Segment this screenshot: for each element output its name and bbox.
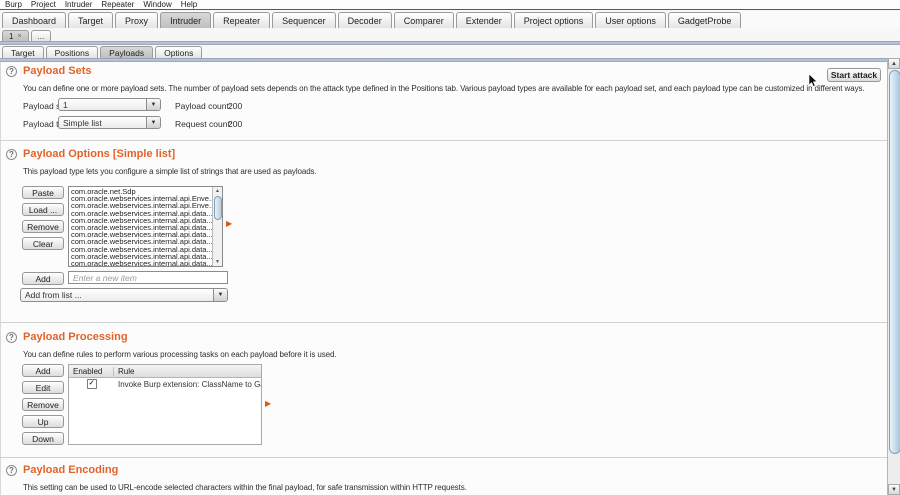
payload-sets-description: You can define one or more payload sets.… bbox=[23, 84, 865, 93]
column-enabled: Enabled bbox=[69, 367, 114, 376]
help-icon[interactable]: ? bbox=[6, 66, 17, 77]
menu-project[interactable]: Project bbox=[31, 0, 56, 9]
processing-rules-table[interactable]: Enabled Rule ✓ Invoke Burp extension: Cl… bbox=[68, 364, 262, 445]
tab-gadgetprobe[interactable]: GadgetProbe bbox=[668, 12, 742, 28]
add-from-list-select[interactable]: Add from list ... ▼ bbox=[20, 288, 228, 302]
chevron-down-icon[interactable]: ▼ bbox=[146, 117, 160, 128]
payload-encoding-title: Payload Encoding bbox=[23, 464, 118, 476]
rule-text: Invoke Burp extension: ClassName to Gadg… bbox=[114, 380, 261, 389]
tab-dashboard[interactable]: Dashboard bbox=[2, 12, 66, 28]
payload-list-items: com.oracle.net.Sdp com.oracle.webservice… bbox=[69, 187, 212, 266]
tab-user-options[interactable]: User options bbox=[595, 12, 666, 28]
tab-intruder-payloads[interactable]: Payloads bbox=[100, 46, 153, 58]
payload-type-value: Simple list bbox=[59, 118, 146, 128]
intruder-tab-bar: Target Positions Payloads Options bbox=[2, 45, 202, 58]
tab-decoder[interactable]: Decoder bbox=[338, 12, 392, 28]
payload-list[interactable]: com.oracle.net.Sdp com.oracle.webservice… bbox=[68, 186, 223, 267]
payload-encoding-description: This setting can be used to URL-encode s… bbox=[23, 483, 467, 492]
tab-intruder-options[interactable]: Options bbox=[155, 46, 202, 58]
payload-count-value: 200 bbox=[228, 101, 242, 111]
tab-comparer[interactable]: Comparer bbox=[394, 12, 454, 28]
payload-set-value: 1 bbox=[59, 100, 146, 110]
scroll-up-icon[interactable]: ▲ bbox=[888, 58, 900, 69]
add-from-list-value: Add from list ... bbox=[21, 290, 213, 300]
expand-arrow-icon[interactable]: ▶ bbox=[226, 219, 232, 228]
help-icon[interactable]: ? bbox=[6, 149, 17, 160]
menu-intruder[interactable]: Intruder bbox=[65, 0, 93, 9]
close-icon[interactable]: × bbox=[17, 33, 21, 40]
section-divider bbox=[0, 457, 887, 458]
table-header: Enabled Rule bbox=[69, 365, 261, 378]
payload-options-title: Payload Options [Simple list] bbox=[23, 148, 175, 160]
help-icon[interactable]: ? bbox=[6, 332, 17, 343]
processing-remove-button[interactable]: Remove bbox=[22, 398, 64, 411]
payload-count-label: Payload count: bbox=[175, 101, 231, 111]
expand-arrow-icon[interactable]: ▶ bbox=[265, 399, 271, 408]
tab-sequencer[interactable]: Sequencer bbox=[272, 12, 336, 28]
column-rule: Rule bbox=[114, 367, 134, 376]
chevron-down-icon[interactable]: ▼ bbox=[146, 99, 160, 110]
tab-project-options[interactable]: Project options bbox=[514, 12, 594, 28]
section-divider bbox=[0, 140, 887, 141]
request-count-value: 200 bbox=[228, 119, 242, 129]
chevron-down-icon[interactable]: ▼ bbox=[213, 289, 227, 301]
processing-edit-button[interactable]: Edit bbox=[22, 381, 64, 394]
remove-button[interactable]: Remove bbox=[22, 220, 64, 233]
list-scrollbar[interactable]: ▲ ▼ bbox=[212, 187, 222, 266]
add-button[interactable]: Add bbox=[22, 272, 64, 285]
scroll-up-icon[interactable]: ▲ bbox=[213, 187, 222, 195]
payload-processing-title: Payload Processing bbox=[23, 331, 128, 343]
processing-up-button[interactable]: Up bbox=[22, 415, 64, 428]
list-scrollbar-thumb[interactable] bbox=[214, 196, 222, 220]
menu-window[interactable]: Window bbox=[143, 0, 171, 9]
main-tab-bar: Dashboard Target Proxy Intruder Repeater… bbox=[2, 11, 900, 28]
menu-burp[interactable]: Burp bbox=[5, 0, 22, 9]
start-attack-button[interactable]: Start attack bbox=[827, 68, 881, 82]
new-item-input[interactable] bbox=[68, 271, 228, 284]
tab-intruder-target[interactable]: Target bbox=[2, 46, 44, 58]
tab-intruder-positions[interactable]: Positions bbox=[46, 46, 99, 58]
scroll-down-icon[interactable]: ▼ bbox=[888, 484, 900, 495]
load-button[interactable]: Load ... bbox=[22, 203, 64, 216]
tab-extender[interactable]: Extender bbox=[456, 12, 512, 28]
attack-tab-label: 1 bbox=[9, 32, 13, 41]
list-item[interactable]: com.oracle.webservices.internal.api.data… bbox=[71, 260, 212, 266]
scroll-down-icon[interactable]: ▼ bbox=[213, 258, 222, 266]
new-attack-tab-button[interactable]: ... bbox=[31, 30, 52, 41]
payload-type-select[interactable]: Simple list ▼ bbox=[58, 116, 161, 129]
help-icon[interactable]: ? bbox=[6, 465, 17, 476]
payload-processing-description: You can define rules to perform various … bbox=[23, 350, 336, 359]
vertical-scrollbar[interactable]: ▲ ▼ bbox=[887, 58, 900, 495]
scrollbar-thumb[interactable] bbox=[889, 70, 900, 454]
enabled-checkbox[interactable]: ✓ bbox=[87, 379, 97, 389]
menu-help[interactable]: Help bbox=[181, 0, 197, 9]
section-divider bbox=[0, 322, 887, 323]
tab-repeater[interactable]: Repeater bbox=[213, 12, 270, 28]
tab-proxy[interactable]: Proxy bbox=[115, 12, 158, 28]
tab-target[interactable]: Target bbox=[68, 12, 113, 28]
paste-button[interactable]: Paste bbox=[22, 186, 64, 199]
menu-repeater[interactable]: Repeater bbox=[101, 0, 134, 9]
tab-intruder[interactable]: Intruder bbox=[160, 12, 211, 28]
attack-tab-bar: 1 × ... bbox=[2, 29, 51, 41]
payload-options-description: This payload type lets you configure a s… bbox=[23, 167, 317, 176]
request-count-label: Request count: bbox=[175, 119, 232, 129]
table-row[interactable]: ✓ Invoke Burp extension: ClassName to Ga… bbox=[69, 378, 261, 390]
processing-add-button[interactable]: Add bbox=[22, 364, 64, 377]
menu-bar: Burp Project Intruder Repeater Window He… bbox=[0, 0, 900, 10]
clear-button[interactable]: Clear bbox=[22, 237, 64, 250]
processing-down-button[interactable]: Down bbox=[22, 432, 64, 445]
payload-sets-title: Payload Sets bbox=[23, 65, 91, 77]
attack-tab-1[interactable]: 1 × bbox=[2, 30, 29, 41]
payload-set-select[interactable]: 1 ▼ bbox=[58, 98, 161, 111]
